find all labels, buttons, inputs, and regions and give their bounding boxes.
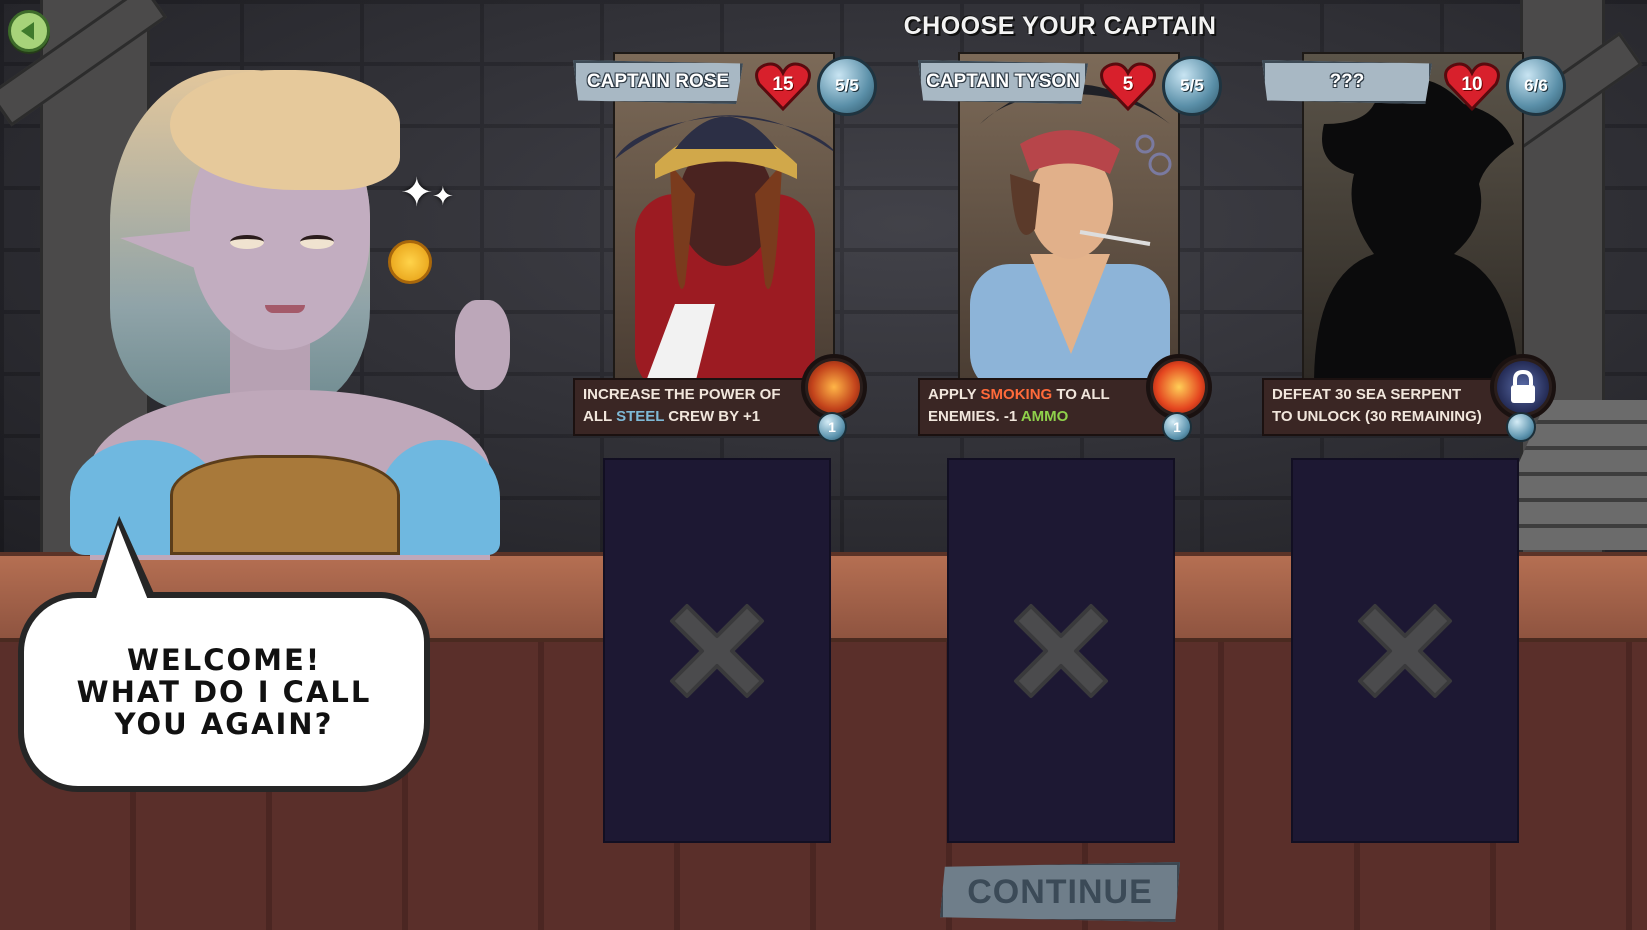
empty-slot-x-icon [1014, 603, 1108, 698]
ability-cost-badge [1506, 412, 1536, 442]
captain-card-rose[interactable]: CAPTAIN ROSE 15 5/5 INCREASE THE POWER O… [573, 52, 883, 442]
ability-icon-frame [801, 354, 867, 420]
crew-capacity-orb: 6/6 [1506, 56, 1566, 116]
ability-text-part: CREW BY +1 [664, 408, 761, 425]
back-arrow-icon [21, 22, 34, 40]
ability-cost-badge: 1 [817, 412, 847, 442]
speech-bubble-text: WELCOME! WHAT DO I CALL YOU AGAIN? [76, 643, 372, 741]
continue-button[interactable]: CONTINUE [940, 862, 1180, 922]
crew-capacity-value: 5/5 [1180, 76, 1204, 95]
ability-description: INCREASE THE POWER OF ALL STEEL CREW BY … [573, 378, 831, 436]
health-heart: 10 [1444, 62, 1500, 112]
ability-icon-frame [1490, 354, 1556, 420]
empty-slot-x-icon [1358, 603, 1452, 698]
ability-cost-badge: 1 [1162, 412, 1192, 442]
sparkle-small-icon: ✦ [432, 182, 454, 212]
health-value: 5 [1122, 74, 1134, 95]
crew-slot-3[interactable] [1291, 458, 1519, 843]
ability-keyword-smoking: SMOKING [980, 386, 1053, 403]
captain-card-tyson[interactable]: CAPTAIN TYSON 5 5/5 APPLY SMOKING TO ALL… [918, 52, 1228, 442]
sparkle-icon: ✦ [400, 170, 434, 216]
lock-icon [1497, 361, 1549, 413]
ability-keyword-ammo: AMMO [1020, 408, 1069, 425]
ability-keyword-steel: STEEL [616, 408, 665, 425]
crew-capacity-value: 6/6 [1524, 76, 1548, 95]
ability-description: DEFEAT 30 SEA SERPENT TO UNLOCK (30 REMA… [1262, 378, 1520, 436]
health-value: 10 [1461, 74, 1483, 95]
crew-slot-2[interactable] [947, 458, 1175, 843]
crew-capacity-orb: 5/5 [817, 56, 877, 116]
health-heart: 15 [755, 62, 811, 112]
captain-name-banner: ??? [1262, 60, 1432, 104]
ability-text-part: APPLY [928, 386, 981, 403]
captain-name-banner: CAPTAIN ROSE [573, 60, 743, 104]
gold-coin-icon [388, 240, 432, 284]
ability-description: APPLY SMOKING TO ALL ENEMIES. -1 AMMO [918, 378, 1176, 436]
crew-slot-1[interactable] [603, 458, 831, 843]
captain-card-locked[interactable]: ??? 10 6/6 DEFEAT 30 SEA SERPENT TO UNLO… [1262, 52, 1572, 442]
keeper-mouth [265, 305, 305, 313]
screen-title: CHOOSE YOUR CAPTAIN [903, 12, 1217, 40]
health-value: 15 [772, 74, 794, 95]
empty-slot-x-icon [670, 603, 764, 698]
ability-icon-frame [1146, 354, 1212, 420]
keeper-eye-left [230, 235, 264, 249]
keeper-corset [170, 455, 400, 555]
keeper-hand [455, 300, 510, 390]
chain-icon [808, 361, 860, 413]
keeper-eye-right [300, 235, 334, 249]
crew-capacity-orb: 5/5 [1162, 56, 1222, 116]
fire-icon [1153, 361, 1205, 413]
captain-name-banner: CAPTAIN TYSON [918, 60, 1088, 104]
speech-bubble: WELCOME! WHAT DO I CALL YOU AGAIN? [18, 592, 430, 792]
back-button[interactable] [8, 10, 50, 52]
crew-capacity-value: 5/5 [835, 76, 859, 95]
unlock-requirement-text: DEFEAT 30 SEA SERPENT TO UNLOCK (30 REMA… [1272, 386, 1482, 425]
tavern-keeper-character [60, 60, 530, 560]
health-heart: 5 [1100, 62, 1156, 112]
